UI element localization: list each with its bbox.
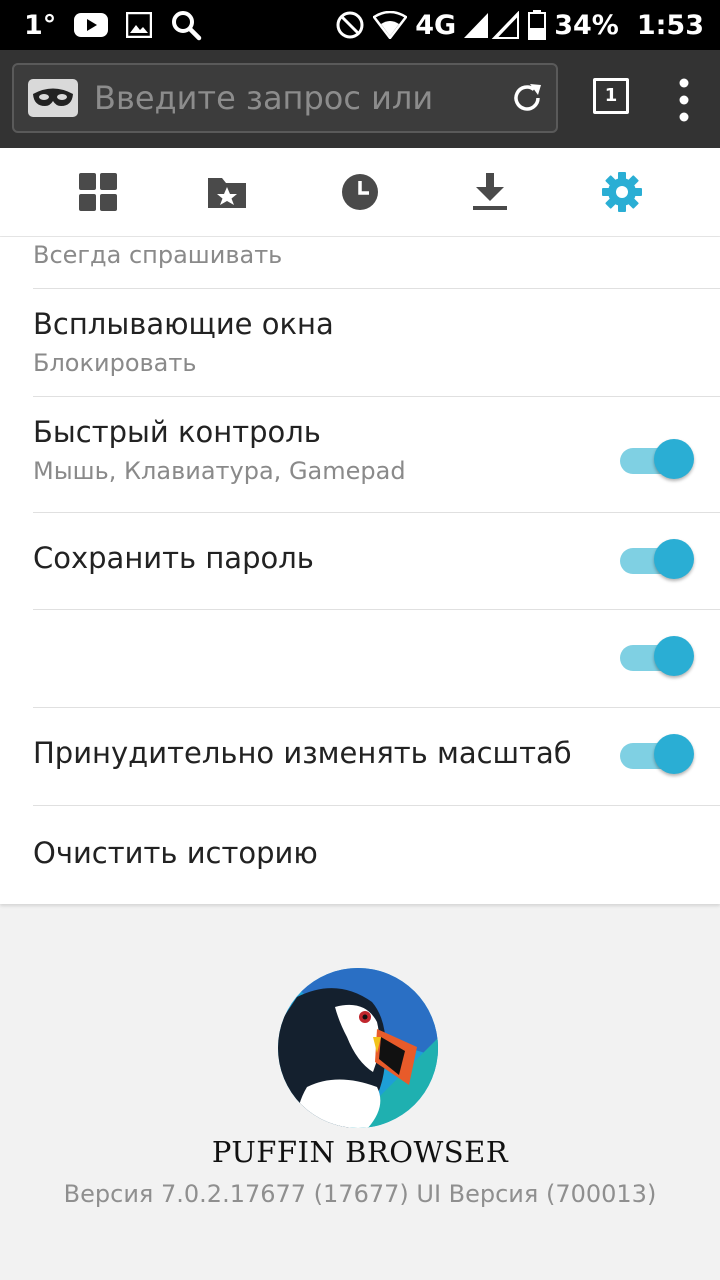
- settings-item-title: Очистить историю: [33, 836, 318, 870]
- more-vert-icon[interactable]: [674, 78, 694, 122]
- puffin-logo: [277, 967, 439, 1129]
- brand-name: PUFFIN BROWSER: [211, 1135, 509, 1169]
- incognito-mask-icon[interactable]: [28, 79, 78, 117]
- settings-item-subtitle: Блокировать: [33, 349, 197, 377]
- version-text: Версия 7.0.2.17677 (17677) UI Версия (70…: [63, 1180, 657, 1208]
- network-type-text: 4G: [415, 9, 457, 41]
- browser-toolbar: Введите запрос или 1: [0, 50, 720, 148]
- settings-item-title: Принудительно изменять масштаб: [33, 736, 572, 770]
- temperature-text: 1°: [24, 9, 57, 41]
- save-password-toggle[interactable]: [620, 539, 696, 583]
- settings-item-clear-history[interactable]: Очистить историю: [0, 806, 720, 904]
- signal-icon: [464, 11, 520, 39]
- history-icon[interactable]: [336, 168, 384, 216]
- address-bar[interactable]: Введите запрос или: [12, 63, 558, 133]
- status-bar: 1° 4G 34% 1:53: [0, 0, 720, 50]
- browser-nav-tabs: [0, 148, 720, 237]
- settings-item-title: Сохранить пароль: [33, 541, 314, 575]
- download-icon[interactable]: [466, 168, 514, 216]
- apps-grid-icon[interactable]: [74, 168, 122, 216]
- tabs-count-button[interactable]: 1: [593, 78, 629, 114]
- settings-item-title: Всплывающие окна: [33, 307, 334, 341]
- settings-item-partial[interactable]: Всегда спрашивать: [0, 237, 720, 289]
- force-zoom-toggle[interactable]: [620, 734, 696, 778]
- settings-item-force-zoom[interactable]: Принудительно изменять масштаб: [0, 708, 720, 806]
- bookmarks-icon[interactable]: [204, 168, 252, 216]
- search-icon: [170, 9, 202, 41]
- do-not-disturb-icon: [335, 10, 365, 40]
- youtube-icon: [74, 12, 109, 38]
- reload-icon[interactable]: [510, 81, 544, 115]
- settings-item-subtitle: Всегда спрашивать: [33, 241, 283, 269]
- battery-percent-text: 34%: [554, 9, 619, 41]
- image-icon: [126, 12, 153, 38]
- clock-text: 1:53: [636, 9, 704, 41]
- battery-icon: [528, 10, 547, 40]
- settings-item-quick-control[interactable]: Быстрый контроль Мышь, Клавиатура, Gamep…: [0, 397, 720, 513]
- quick-control-toggle[interactable]: [620, 439, 696, 483]
- search-input[interactable]: Введите запрос или: [94, 65, 433, 131]
- settings-item-save-password[interactable]: Сохранить пароль: [0, 513, 720, 610]
- settings-gear-icon[interactable]: [598, 168, 646, 216]
- unlabeled-toggle[interactable]: [620, 636, 696, 680]
- settings-item-title: Быстрый контроль: [33, 415, 321, 449]
- settings-item-unlabeled[interactable]: [0, 610, 720, 708]
- settings-item-popups[interactable]: Всплывающие окна Блокировать: [0, 289, 720, 397]
- wifi-icon: [373, 11, 408, 39]
- settings-item-subtitle: Мышь, Клавиатура, Gamepad: [33, 457, 406, 485]
- settings-list: Всегда спрашивать Всплывающие окна Блоки…: [0, 237, 720, 904]
